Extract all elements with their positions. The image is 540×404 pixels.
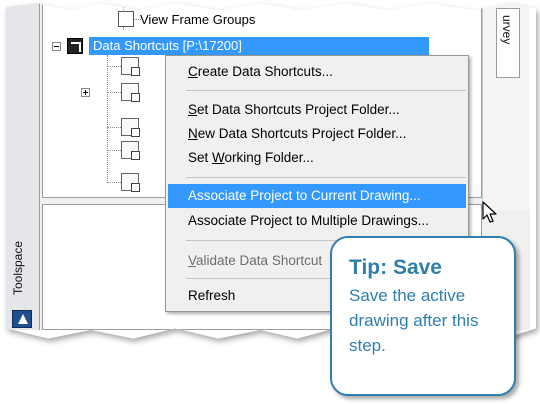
menu-item-associate-current-drawing[interactable]: Associate Project to Current Drawing...	[168, 184, 466, 208]
mouse-pointer-icon	[482, 201, 497, 223]
menu-item-associate-multiple-drawings[interactable]: Associate Project to Multiple Drawings..…	[168, 209, 466, 233]
tab-survey[interactable]: urvey	[496, 8, 520, 78]
tip-title: Tip: Save	[349, 256, 442, 279]
pressure-networks-icon[interactable]	[121, 141, 140, 160]
tree-item-data-shortcuts[interactable]: Data Shortcuts [P:\17200]	[52, 37, 429, 55]
tree-connector	[107, 66, 121, 67]
toolspace-side-strip: Toolspace	[6, 3, 40, 330]
tab-survey-label: urvey	[500, 15, 514, 45]
menu-item-create-data-shortcuts[interactable]: Create Data Shortcuts...	[168, 60, 466, 84]
collapse-icon[interactable]	[52, 41, 61, 51]
tree-connector	[107, 182, 121, 183]
tree-item-label: Data Shortcuts [P:\17200]	[89, 37, 429, 55]
surfaces-icon[interactable]	[121, 57, 140, 76]
tree-connector	[107, 150, 121, 151]
view-frame-icon	[118, 11, 134, 27]
tip-body: Save the active drawing after this step.	[349, 286, 479, 355]
menu-item-set-project-folder[interactable]: Set Data Shortcuts Project Folder...	[168, 98, 466, 122]
menu-separator	[186, 90, 466, 91]
expand-icon[interactable]	[81, 88, 90, 97]
menu-item-set-working-folder[interactable]: Set Working Folder...	[168, 146, 466, 170]
data-shortcuts-icon	[67, 38, 83, 54]
civil3d-icon[interactable]	[12, 310, 32, 328]
tree-connector	[107, 127, 121, 128]
tree-item-view-frame-groups[interactable]: View Frame Groups	[118, 10, 255, 28]
menu-separator	[186, 177, 466, 178]
tree-connector	[107, 55, 108, 183]
tree-connector	[107, 92, 121, 93]
tip-callout: Tip: Save Save the active drawing after …	[330, 236, 516, 396]
tree-item-label: View Frame Groups	[140, 11, 256, 27]
toolspace-label: Toolspace	[11, 240, 25, 296]
pipe-networks-icon[interactable]	[121, 118, 140, 137]
menu-item-new-project-folder[interactable]: New Data Shortcuts Project Folder...	[168, 122, 466, 146]
alignments-icon[interactable]	[121, 83, 140, 102]
view-frame-groups-icon[interactable]	[121, 173, 140, 192]
